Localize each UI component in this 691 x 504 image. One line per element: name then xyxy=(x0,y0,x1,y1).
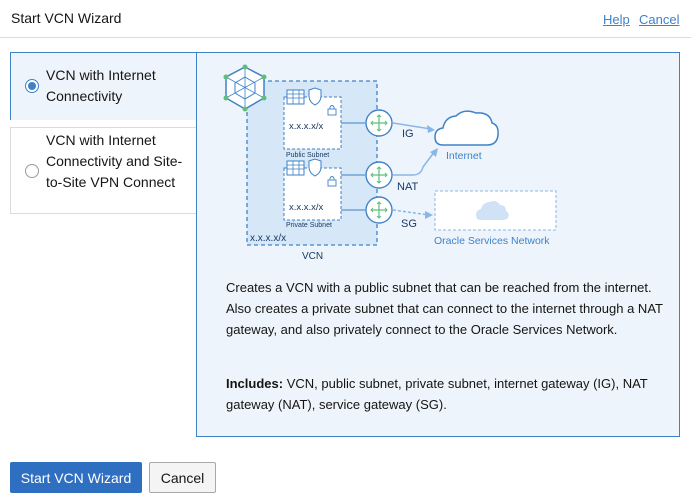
ig-arrowhead xyxy=(427,125,435,133)
radio-unselected-icon[interactable] xyxy=(25,164,39,178)
vcn-cidr: x.x.x.x/x xyxy=(250,233,286,244)
private-subnet-label: Private Subnet xyxy=(286,222,332,229)
nat-gateway-icon xyxy=(365,161,393,189)
radio-selected-icon[interactable] xyxy=(25,79,39,93)
sg-arrowhead xyxy=(425,211,433,219)
vcn-label: VCN xyxy=(302,251,323,262)
includes-list: VCN, public subnet, private subnet, inte… xyxy=(226,376,648,412)
dialog-title: Start VCN Wizard xyxy=(11,10,122,26)
public-subnet-cidr: x.x.x.x/x xyxy=(289,121,324,132)
vcn-diagram: x.x.x.x/x Public Subnet x.x.x.x/x Privat… xyxy=(223,64,557,262)
nat-internet-arrow xyxy=(393,150,436,176)
internet-cloud-icon xyxy=(434,110,499,146)
public-subnet-table-icon xyxy=(286,89,305,105)
private-subnet-table-icon xyxy=(286,160,305,176)
option-label: VCN with Internet Connectivity xyxy=(46,67,156,104)
option-vcn-internet[interactable]: VCN with Internet Connectivity xyxy=(10,52,196,120)
option-label: VCN with Internet Connectivity and Site-… xyxy=(46,132,183,190)
description-text: Creates a VCN with a public subnet that … xyxy=(226,280,663,337)
cancel-link[interactable]: Cancel xyxy=(639,12,679,27)
private-subnet-cidr: x.x.x.x/x xyxy=(289,202,324,213)
cancel-button[interactable]: Cancel xyxy=(149,462,216,493)
sg-osn-arrow xyxy=(392,209,430,216)
start-vcn-wizard-button[interactable]: Start VCN Wizard xyxy=(10,462,142,493)
ig-gateway-icon xyxy=(365,109,393,137)
sg-label: SG xyxy=(401,218,417,230)
nat-label: NAT xyxy=(397,181,418,193)
internet-label: Internet xyxy=(446,150,482,162)
detail-panel: x.x.x.x/x Public Subnet x.x.x.x/x Privat… xyxy=(196,52,680,437)
private-subnet-shield-icon xyxy=(308,158,322,177)
includes-label: Includes: xyxy=(226,376,284,391)
osn-label: Oracle Services Network xyxy=(434,235,550,247)
public-subnet-shield-icon xyxy=(308,87,322,106)
dialog-header: Start VCN Wizard Help Cancel xyxy=(0,0,691,38)
ig-label: IG xyxy=(402,128,414,140)
help-link[interactable]: Help xyxy=(603,12,630,27)
option-vcn-vpn[interactable]: VCN with Internet Connectivity and Site-… xyxy=(10,127,196,214)
public-subnet-label: Public Subnet xyxy=(286,152,329,159)
sg-gateway-icon xyxy=(365,196,393,224)
includes-text: Includes: VCN, public subnet, private su… xyxy=(226,373,666,415)
